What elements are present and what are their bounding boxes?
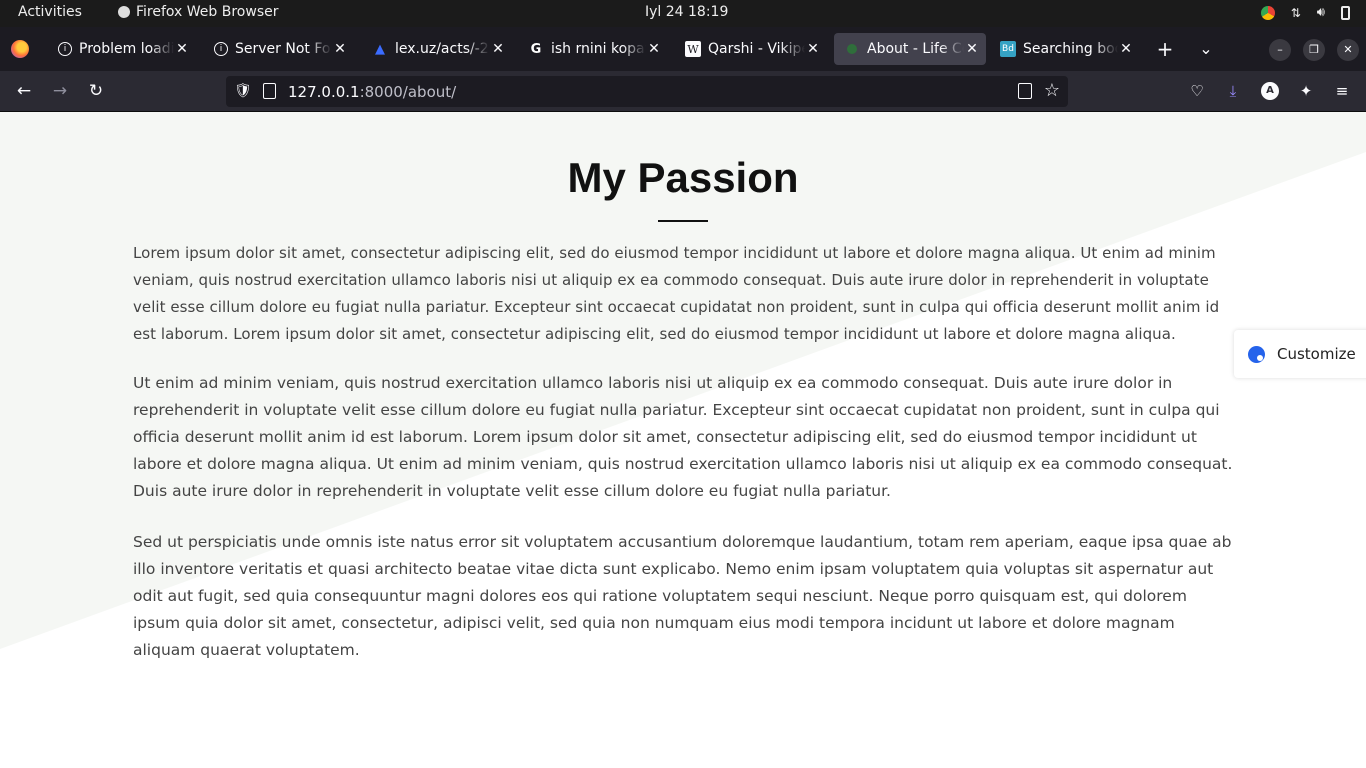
system-top-bar: Activities Firefox Web Browser Iyl 24 18… <box>0 0 1366 27</box>
url-bar[interactable]: 🛡︎ 127.0.0.1:8000/about/ ☆ <box>226 76 1068 107</box>
new-tab-icon[interactable]: + <box>1155 39 1175 60</box>
tab-label: Server Not Found <box>235 41 332 57</box>
reader-view-icon[interactable] <box>1018 83 1032 99</box>
url-path: :8000/about/ <box>359 83 457 101</box>
bookmark-star-icon[interactable]: ☆ <box>1044 80 1060 101</box>
tab-about-life-coach[interactable]: About - Life Coach ✕ <box>834 33 986 65</box>
tab-label: ish rnini kopaytirish <box>551 41 646 57</box>
tab-label: About - Life Coach <box>867 41 964 57</box>
close-tab-icon[interactable]: ✕ <box>490 41 506 57</box>
close-tab-icon[interactable]: ✕ <box>1118 41 1134 57</box>
url-host: 127.0.0.1 <box>288 83 360 101</box>
navigation-bar: ← → ↻ 🛡︎ 127.0.0.1:8000/about/ ☆ ♡ ⤓ A ✦… <box>0 71 1366 112</box>
wikipedia-icon: W <box>685 41 701 57</box>
back-icon[interactable]: ← <box>13 80 35 102</box>
tracking-protection-shield-icon[interactable]: 🛡︎ <box>234 83 252 100</box>
site-info-icon[interactable] <box>263 83 276 99</box>
url-text[interactable]: 127.0.0.1:8000/about/ <box>288 83 456 101</box>
tab-label: Searching bootstrap <box>1023 41 1118 57</box>
tab-strip: i Problem loading page ✕ i Server Not Fo… <box>0 27 1366 71</box>
minimize-icon[interactable]: – <box>1269 39 1291 61</box>
tab-lex-uz[interactable]: ▲ lex.uz/acts/-21 ✕ <box>362 33 512 65</box>
lex-icon: ▲ <box>375 41 385 57</box>
hamburger-menu-icon[interactable]: ≡ <box>1331 80 1353 102</box>
clock[interactable]: Iyl 24 18:19 <box>645 4 728 20</box>
tab-label: lex.uz/acts/-21 <box>395 41 490 57</box>
extensions-icon[interactable]: ✦ <box>1295 80 1317 102</box>
tab-label: Problem loading page <box>79 41 174 57</box>
close-tab-icon[interactable]: ✕ <box>964 41 980 57</box>
firefox-icon <box>118 6 130 18</box>
network-icon[interactable]: ⇅ <box>1291 6 1301 20</box>
firefox-logo-icon[interactable] <box>11 40 29 58</box>
palette-icon <box>1248 345 1265 363</box>
customize-label: Customize <box>1277 345 1356 363</box>
tab-problem-loading[interactable]: i Problem loading page ✕ <box>48 33 196 65</box>
tab-server-not-found[interactable]: i Server Not Found ✕ <box>204 33 354 65</box>
title-underline <box>658 220 708 222</box>
page-content: My Passion Lorem ipsum dolor sit amet, c… <box>0 112 1366 768</box>
app-name-label: Firefox Web Browser <box>136 4 279 20</box>
restore-icon[interactable]: ❐ <box>1303 39 1325 61</box>
info-icon: i <box>214 42 228 56</box>
passion-paragraph-3: Sed ut perspiciatis unde omnis iste natu… <box>133 533 1232 659</box>
pocket-icon[interactable]: ♡ <box>1186 80 1208 102</box>
battery-icon[interactable] <box>1341 5 1350 20</box>
bd-icon: Bd <box>1000 41 1016 57</box>
account-avatar-icon[interactable]: A <box>1261 82 1279 100</box>
close-window-icon[interactable]: ✕ <box>1337 39 1359 61</box>
forward-icon[interactable]: → <box>49 80 71 102</box>
tab-wikipedia[interactable]: W Qarshi - Vikipediya ✕ <box>675 33 827 65</box>
page-title: My Passion <box>567 154 799 201</box>
passion-paragraph-1: Lorem ipsum dolor sit amet, consectetur … <box>133 244 1220 343</box>
chrome-indicator-icon[interactable] <box>1260 5 1275 20</box>
site-icon <box>844 41 860 57</box>
info-icon: i <box>58 42 72 56</box>
close-tab-icon[interactable]: ✕ <box>174 41 190 57</box>
close-tab-icon[interactable]: ✕ <box>332 41 348 57</box>
passion-paragraph-2: Ut enim ad minim veniam, quis nostrud ex… <box>133 374 1233 500</box>
volume-icon[interactable]: 🔊︎ <box>1317 5 1325 20</box>
tab-google-search[interactable]: G ish rnini kopaytirish ✕ <box>518 33 668 65</box>
close-tab-icon[interactable]: ✕ <box>646 41 662 57</box>
google-icon: G <box>530 41 542 57</box>
reload-icon[interactable]: ↻ <box>85 80 107 102</box>
app-menu[interactable]: Firefox Web Browser <box>118 4 279 20</box>
tab-label: Qarshi - Vikipediya <box>708 41 805 57</box>
list-all-tabs-icon[interactable]: ⌄ <box>1196 40 1216 60</box>
activities-button[interactable]: Activities <box>18 4 82 20</box>
system-tray[interactable]: ⇅ 🔊︎ <box>1260 5 1350 20</box>
downloads-icon[interactable]: ⤓ <box>1222 80 1244 102</box>
tab-searching-bootstrap[interactable]: Bd Searching bootstrap ✕ <box>990 33 1140 65</box>
customize-button[interactable]: Customize <box>1234 330 1366 378</box>
close-tab-icon[interactable]: ✕ <box>805 41 821 57</box>
